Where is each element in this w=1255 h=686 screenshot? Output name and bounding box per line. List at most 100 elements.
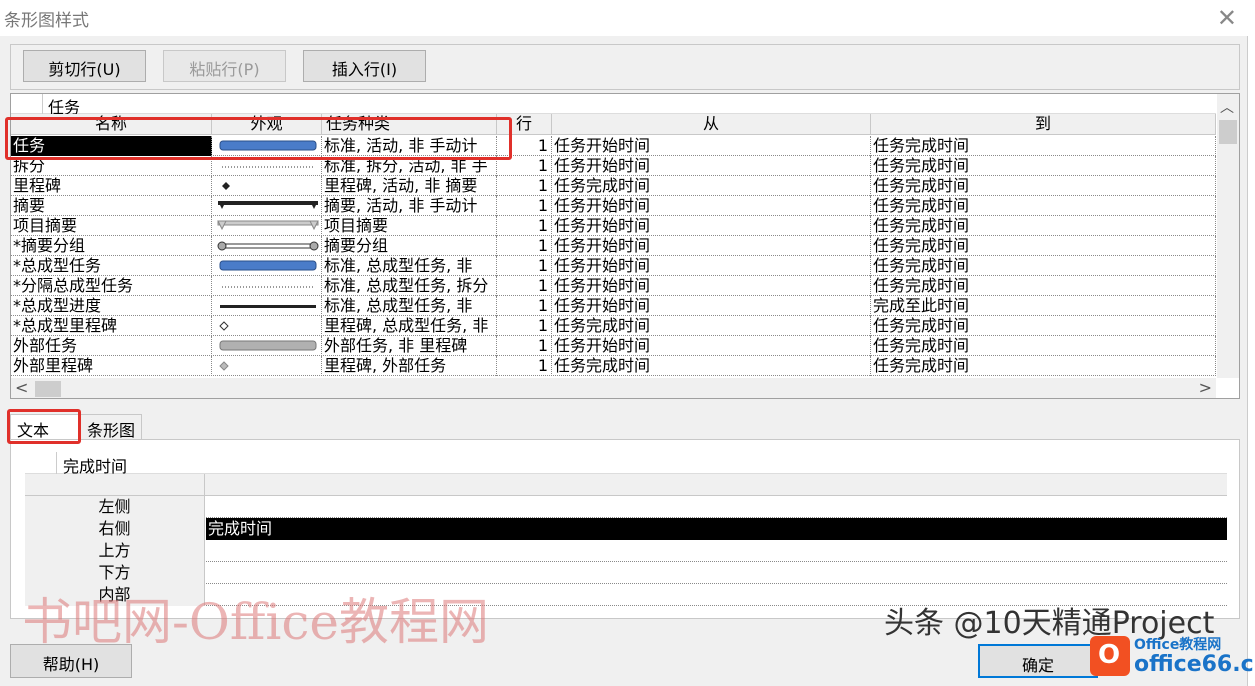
cell-row[interactable]: 1 (497, 176, 552, 196)
scroll-left-icon[interactable]: < (15, 378, 28, 397)
appearance-cell[interactable] (212, 336, 322, 356)
cell-name[interactable]: 任务 (11, 136, 212, 156)
text-row-value[interactable] (206, 496, 1227, 518)
cell-from[interactable]: 任务开始时间 (552, 296, 871, 316)
appearance-cell[interactable] (212, 176, 322, 196)
scroll-thumb[interactable] (1219, 120, 1237, 144)
cell-to[interactable]: 任务完成时间 (871, 136, 1216, 156)
cell-from[interactable]: 任务开始时间 (552, 136, 871, 156)
scroll-right-icon[interactable]: > (1199, 378, 1212, 397)
horizontal-scrollbar[interactable]: < > (11, 378, 1216, 398)
vertical-scrollbar[interactable]: ︿ (1217, 94, 1239, 378)
cell-from[interactable]: 任务开始时间 (552, 236, 871, 256)
cell-row[interactable]: 1 (497, 216, 552, 236)
cell-name[interactable]: *摘要分组 (11, 236, 212, 256)
appearance-cell[interactable] (212, 356, 322, 376)
cell-row[interactable]: 1 (497, 256, 552, 276)
cell-name[interactable]: *分隔总成型任务 (11, 276, 212, 296)
cell-to[interactable]: 任务完成时间 (871, 196, 1216, 216)
table-row[interactable]: *总成型任务 标准, 总成型任务, 非 1 任务开始时间 任务完成时间 (11, 256, 1216, 276)
col-header-row[interactable]: 行 (497, 114, 552, 135)
cell-to[interactable]: 任务完成时间 (871, 276, 1216, 296)
table-row[interactable]: 拆分 标准, 拆分, 活动, 非 手 1 任务开始时间 任务完成时间 (11, 156, 1216, 176)
close-icon[interactable]: ✕ (1217, 4, 1237, 32)
col-header-task-type[interactable]: 任务种类 (322, 114, 497, 135)
insert-row-button[interactable]: 插入行(I) (303, 50, 426, 82)
table-row[interactable]: 里程碑 里程碑, 活动, 非 摘要 1 任务完成时间 任务完成时间 (11, 176, 1216, 196)
appearance-cell[interactable] (212, 196, 322, 216)
cell-from[interactable]: 任务开始时间 (552, 256, 871, 276)
appearance-cell[interactable] (212, 216, 322, 236)
cell-name[interactable]: 摘要 (11, 196, 212, 216)
appearance-cell[interactable] (212, 236, 322, 256)
text-row-top[interactable]: 上方 (25, 540, 1227, 562)
cell-to[interactable]: 任务完成时间 (871, 216, 1216, 236)
cell-from[interactable]: 任务开始时间 (552, 216, 871, 236)
cell-name[interactable]: 项目摘要 (11, 216, 212, 236)
tab-text[interactable]: 文本 (10, 414, 80, 442)
cell-task-type[interactable]: 标准, 总成型任务, 拆分 (322, 276, 497, 296)
cell-from[interactable]: 任务完成时间 (552, 176, 871, 196)
cell-from[interactable]: 任务开始时间 (552, 276, 871, 296)
cell-task-type[interactable]: 里程碑, 总成型任务, 非 (322, 316, 497, 336)
cell-row[interactable]: 1 (497, 156, 552, 176)
help-button[interactable]: 帮助(H) (10, 644, 132, 678)
col-header-from[interactable]: 从 (552, 114, 871, 135)
cell-row[interactable]: 1 (497, 316, 552, 336)
ok-button[interactable]: 确定 (978, 644, 1098, 678)
text-row-value[interactable] (206, 540, 1227, 562)
table-row[interactable]: *总成型里程碑 里程碑, 总成型任务, 非 1 任务完成时间 任务完成时间 (11, 316, 1216, 336)
text-row-value[interactable] (206, 562, 1227, 584)
table-row[interactable]: 外部任务 外部任务, 非 里程碑 1 任务开始时间 任务完成时间 (11, 336, 1216, 356)
cell-task-type[interactable]: 标准, 拆分, 活动, 非 手 (322, 156, 497, 176)
appearance-cell[interactable] (212, 316, 322, 336)
bar-styles-grid[interactable]: 任务 名称 外观 任务种类 行 从 到 任务 标准, 活动, 非 手动计 1 任务开始… (10, 93, 1240, 399)
text-position-grid[interactable]: 完成时间 左侧 右侧 完成时间 上方 下方 内部 (25, 452, 1227, 612)
table-row[interactable]: 任务 标准, 活动, 非 手动计 1 任务开始时间 任务完成时间 (11, 136, 1216, 156)
cell-task-type[interactable]: 里程碑, 活动, 非 摘要 (322, 176, 497, 196)
cell-task-type[interactable]: 标准, 活动, 非 手动计 (322, 136, 497, 156)
cell-task-type[interactable]: 标准, 总成型任务, 非 (322, 296, 497, 316)
cell-task-type[interactable]: 外部任务, 非 里程碑 (322, 336, 497, 356)
cell-name[interactable]: *总成型任务 (11, 256, 212, 276)
text-row-right[interactable]: 右侧 完成时间 (25, 518, 1227, 540)
cell-task-type[interactable]: 项目摘要 (322, 216, 497, 236)
scroll-up-icon[interactable]: ︿ (1220, 97, 1234, 117)
cell-to[interactable]: 任务完成时间 (871, 176, 1216, 196)
cell-task-type[interactable]: 摘要分组 (322, 236, 497, 256)
cut-row-button[interactable]: 剪切行(U) (23, 50, 146, 82)
cell-row[interactable]: 1 (497, 196, 552, 216)
cell-name[interactable]: 外部任务 (11, 336, 212, 356)
cell-to[interactable]: 任务完成时间 (871, 236, 1216, 256)
table-row[interactable]: *总成型进度 标准, 总成型任务, 非 1 任务开始时间 完成至此时间 (11, 296, 1216, 316)
cell-row[interactable]: 1 (497, 336, 552, 356)
cell-name[interactable]: 拆分 (11, 156, 212, 176)
appearance-cell[interactable] (212, 296, 322, 316)
table-row[interactable]: *摘要分组 摘要分组 1 任务开始时间 任务完成时间 (11, 236, 1216, 256)
cell-to[interactable]: 完成至此时间 (871, 296, 1216, 316)
cell-from[interactable]: 任务开始时间 (552, 196, 871, 216)
appearance-cell[interactable] (212, 256, 322, 276)
col-header-to[interactable]: 到 (871, 114, 1216, 135)
cell-from[interactable]: 任务完成时间 (552, 316, 871, 336)
cell-task-type[interactable]: 标准, 总成型任务, 非 (322, 256, 497, 276)
text-row-left[interactable]: 左侧 (25, 496, 1227, 518)
col-header-name[interactable]: 名称 (11, 114, 212, 135)
cell-name[interactable]: 里程碑 (11, 176, 212, 196)
cell-row[interactable]: 1 (497, 136, 552, 156)
appearance-cell[interactable] (212, 136, 322, 156)
text-row-bottom[interactable]: 下方 (25, 562, 1227, 584)
table-row[interactable]: 摘要 摘要, 活动, 非 手动计 1 任务开始时间 任务完成时间 (11, 196, 1216, 216)
table-row[interactable]: 项目摘要 项目摘要 1 任务开始时间 任务完成时间 (11, 216, 1216, 236)
cell-row[interactable]: 1 (497, 356, 552, 376)
cell-from[interactable]: 任务开始时间 (552, 156, 871, 176)
cell-from[interactable]: 任务完成时间 (552, 356, 871, 376)
cell-row[interactable]: 1 (497, 296, 552, 316)
appearance-cell[interactable] (212, 276, 322, 296)
text-row-inside[interactable]: 内部 (25, 584, 1227, 606)
tab-bar[interactable]: 条形图 (80, 414, 142, 440)
table-row[interactable]: 外部里程碑 里程碑, 外部任务 1 任务完成时间 任务完成时间 (11, 356, 1216, 376)
cell-to[interactable]: 任务完成时间 (871, 356, 1216, 376)
text-row-value[interactable]: 完成时间 (206, 518, 1227, 540)
col-header-appearance[interactable]: 外观 (212, 114, 322, 135)
